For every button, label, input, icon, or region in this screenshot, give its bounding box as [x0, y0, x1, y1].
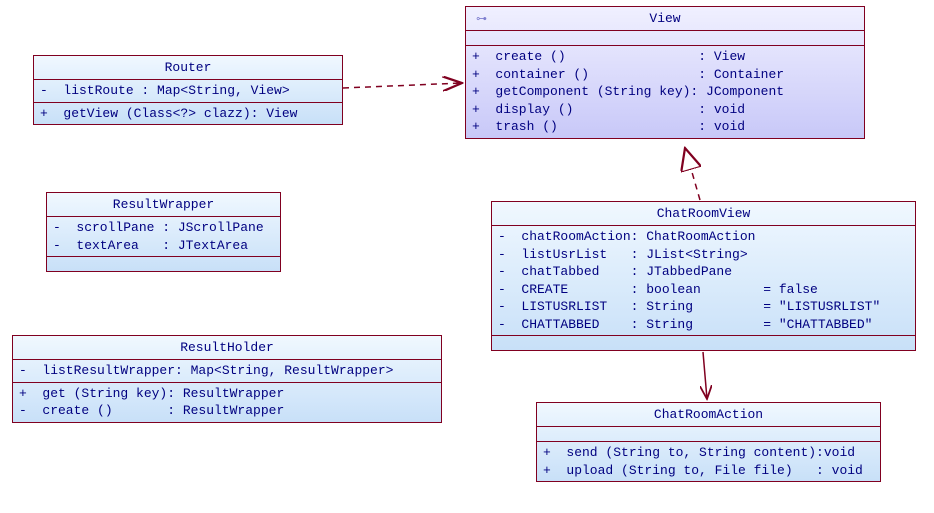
edge-chatroomview-chatroomaction	[703, 352, 707, 399]
class-operations	[47, 257, 280, 271]
class-view: ⊶ View + create () : View + container ()…	[465, 6, 865, 139]
class-operations: + create () : View + container () : Cont…	[466, 46, 864, 138]
class-name: ResultHolder	[13, 336, 441, 360]
class-operations	[492, 336, 915, 350]
class-name: ResultWrapper	[47, 193, 280, 217]
class-chatroomview: ChatRoomView - chatRoomAction: ChatRoomA…	[491, 201, 916, 351]
class-name-text: View	[649, 11, 680, 26]
class-attributes: - listResultWrapper: Map<String, ResultW…	[13, 360, 441, 383]
class-attributes: - scrollPane : JScrollPane - textArea : …	[47, 217, 280, 257]
class-attributes	[537, 427, 880, 442]
class-operations: + get (String key): ResultWrapper - crea…	[13, 383, 441, 422]
class-name: ⊶ View	[466, 7, 864, 31]
class-operations: + send (String to, String content):void …	[537, 442, 880, 481]
interface-icon: ⊶	[476, 12, 487, 26]
class-resultwrapper: ResultWrapper - scrollPane : JScrollPane…	[46, 192, 281, 272]
class-name: Router	[34, 56, 342, 80]
class-resultholder: ResultHolder - listResultWrapper: Map<St…	[12, 335, 442, 423]
edge-router-view	[343, 83, 462, 88]
class-attributes: - chatRoomAction: ChatRoomAction - listU…	[492, 226, 915, 336]
class-name: ChatRoomView	[492, 202, 915, 226]
class-operations: + getView (Class<?> clazz): View	[34, 103, 342, 125]
class-attributes: - listRoute : Map<String, View>	[34, 80, 342, 103]
class-attributes	[466, 31, 864, 46]
class-name: ChatRoomAction	[537, 403, 880, 427]
edge-chatroomview-view	[685, 148, 700, 200]
class-chatroomaction: ChatRoomAction + send (String to, String…	[536, 402, 881, 482]
class-router: Router - listRoute : Map<String, View> +…	[33, 55, 343, 125]
